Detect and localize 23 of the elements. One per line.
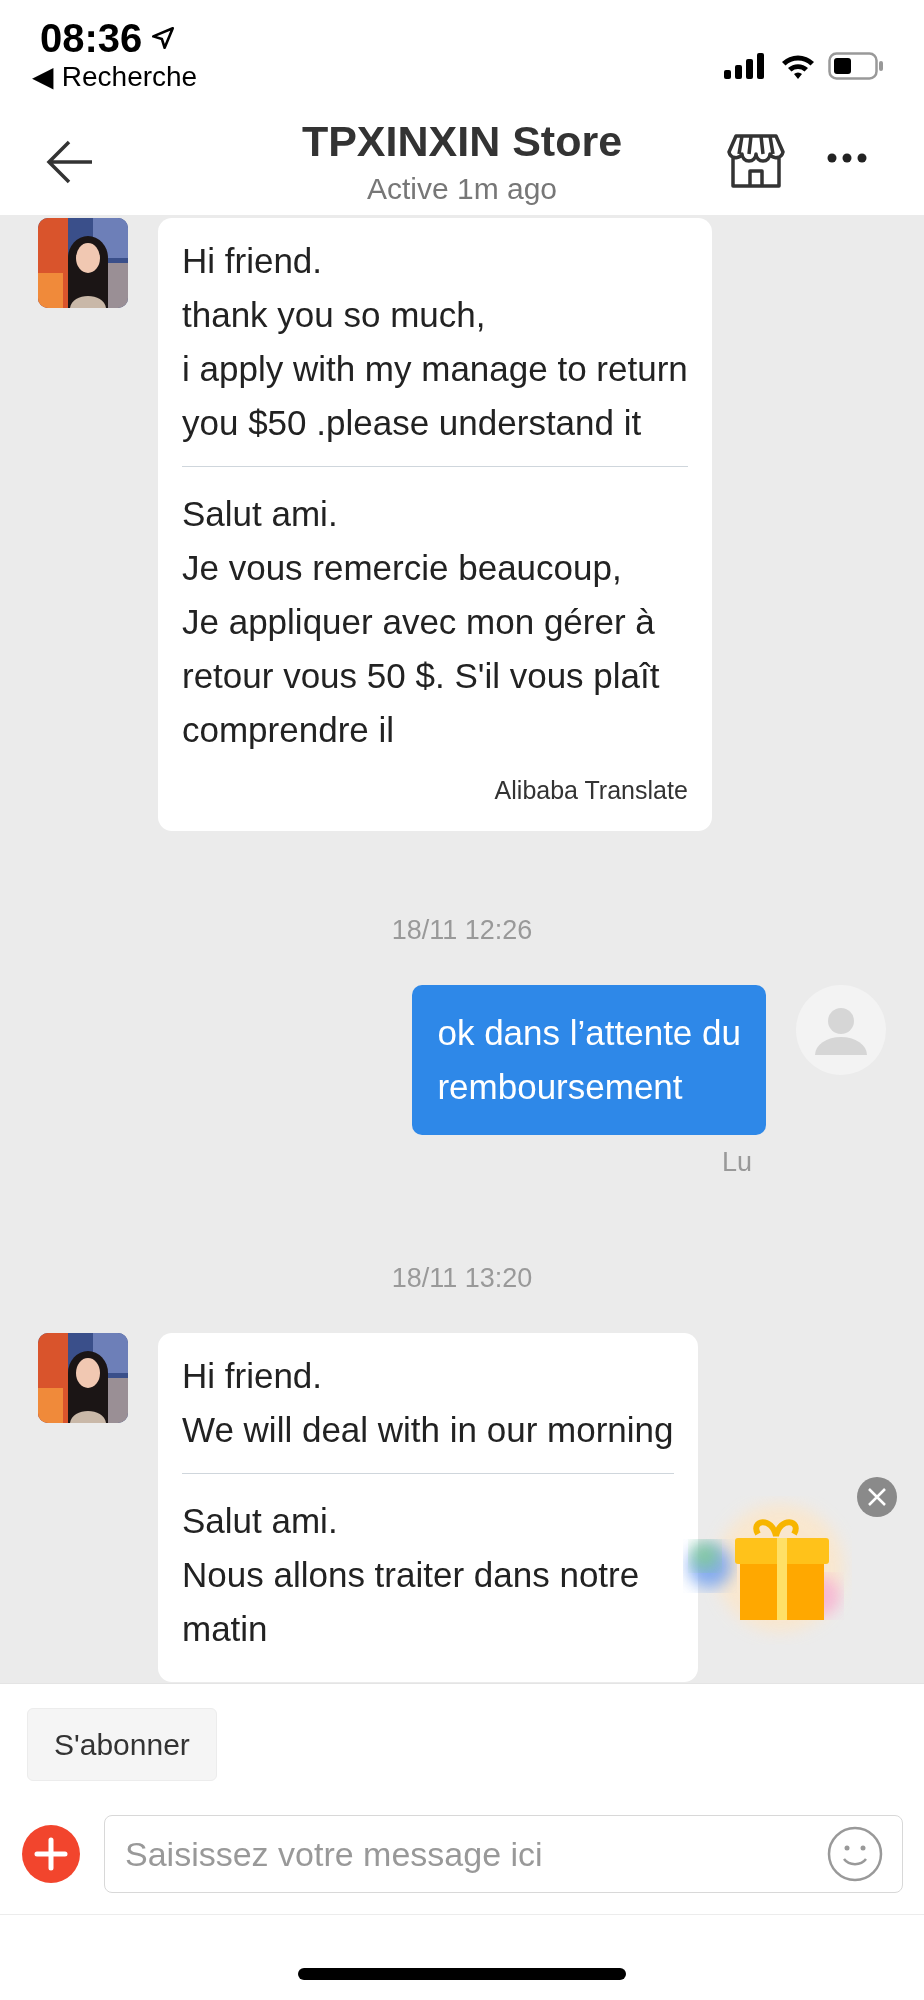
message-input-field[interactable]: Saisissez votre message ici xyxy=(104,1815,903,1893)
read-receipt: Lu xyxy=(721,1146,752,1179)
user-avatar-icon xyxy=(796,985,886,1075)
clock-time: 08:36 xyxy=(40,18,143,58)
more-options-icon[interactable] xyxy=(827,153,867,163)
store-name-title: TPXINXIN Store xyxy=(301,116,623,167)
location-arrow-icon xyxy=(150,25,177,51)
translation-credit: Alibaba Translate xyxy=(494,775,688,805)
store-icon[interactable] xyxy=(727,133,785,189)
message-text: Hi friend. We will deal with in our morning xyxy=(182,1355,674,1451)
subscribe-button[interactable]: S'abonner xyxy=(27,1708,217,1781)
message-timestamp: 18/11 13:20 xyxy=(391,1262,533,1295)
emoji-icon[interactable] xyxy=(827,1826,883,1882)
back-arrow-icon[interactable] xyxy=(46,140,94,184)
add-icon[interactable] xyxy=(22,1825,80,1883)
active-status-text: Active 1m ago xyxy=(366,171,558,207)
translated-text: Salut ami. Je vous remercie beaucoup, Je appliquer avec mon gérer à retour vous 50 $. S'il vous plaît comprendre il xyxy=(182,493,661,751)
message-timestamp: 18/11 12:26 xyxy=(391,914,533,947)
battery-icon xyxy=(828,52,884,80)
back-to-app-link[interactable]: ◀ Recherche xyxy=(32,60,198,94)
message-bubble: ok dans l’attente du remboursement xyxy=(412,985,766,1135)
translated-text: Salut ami. Nous allons traiter dans notre matin xyxy=(182,1500,641,1650)
message-text: Hi friend. thank you so much, i apply with my manage to return you $50 .please understand it xyxy=(182,240,688,444)
